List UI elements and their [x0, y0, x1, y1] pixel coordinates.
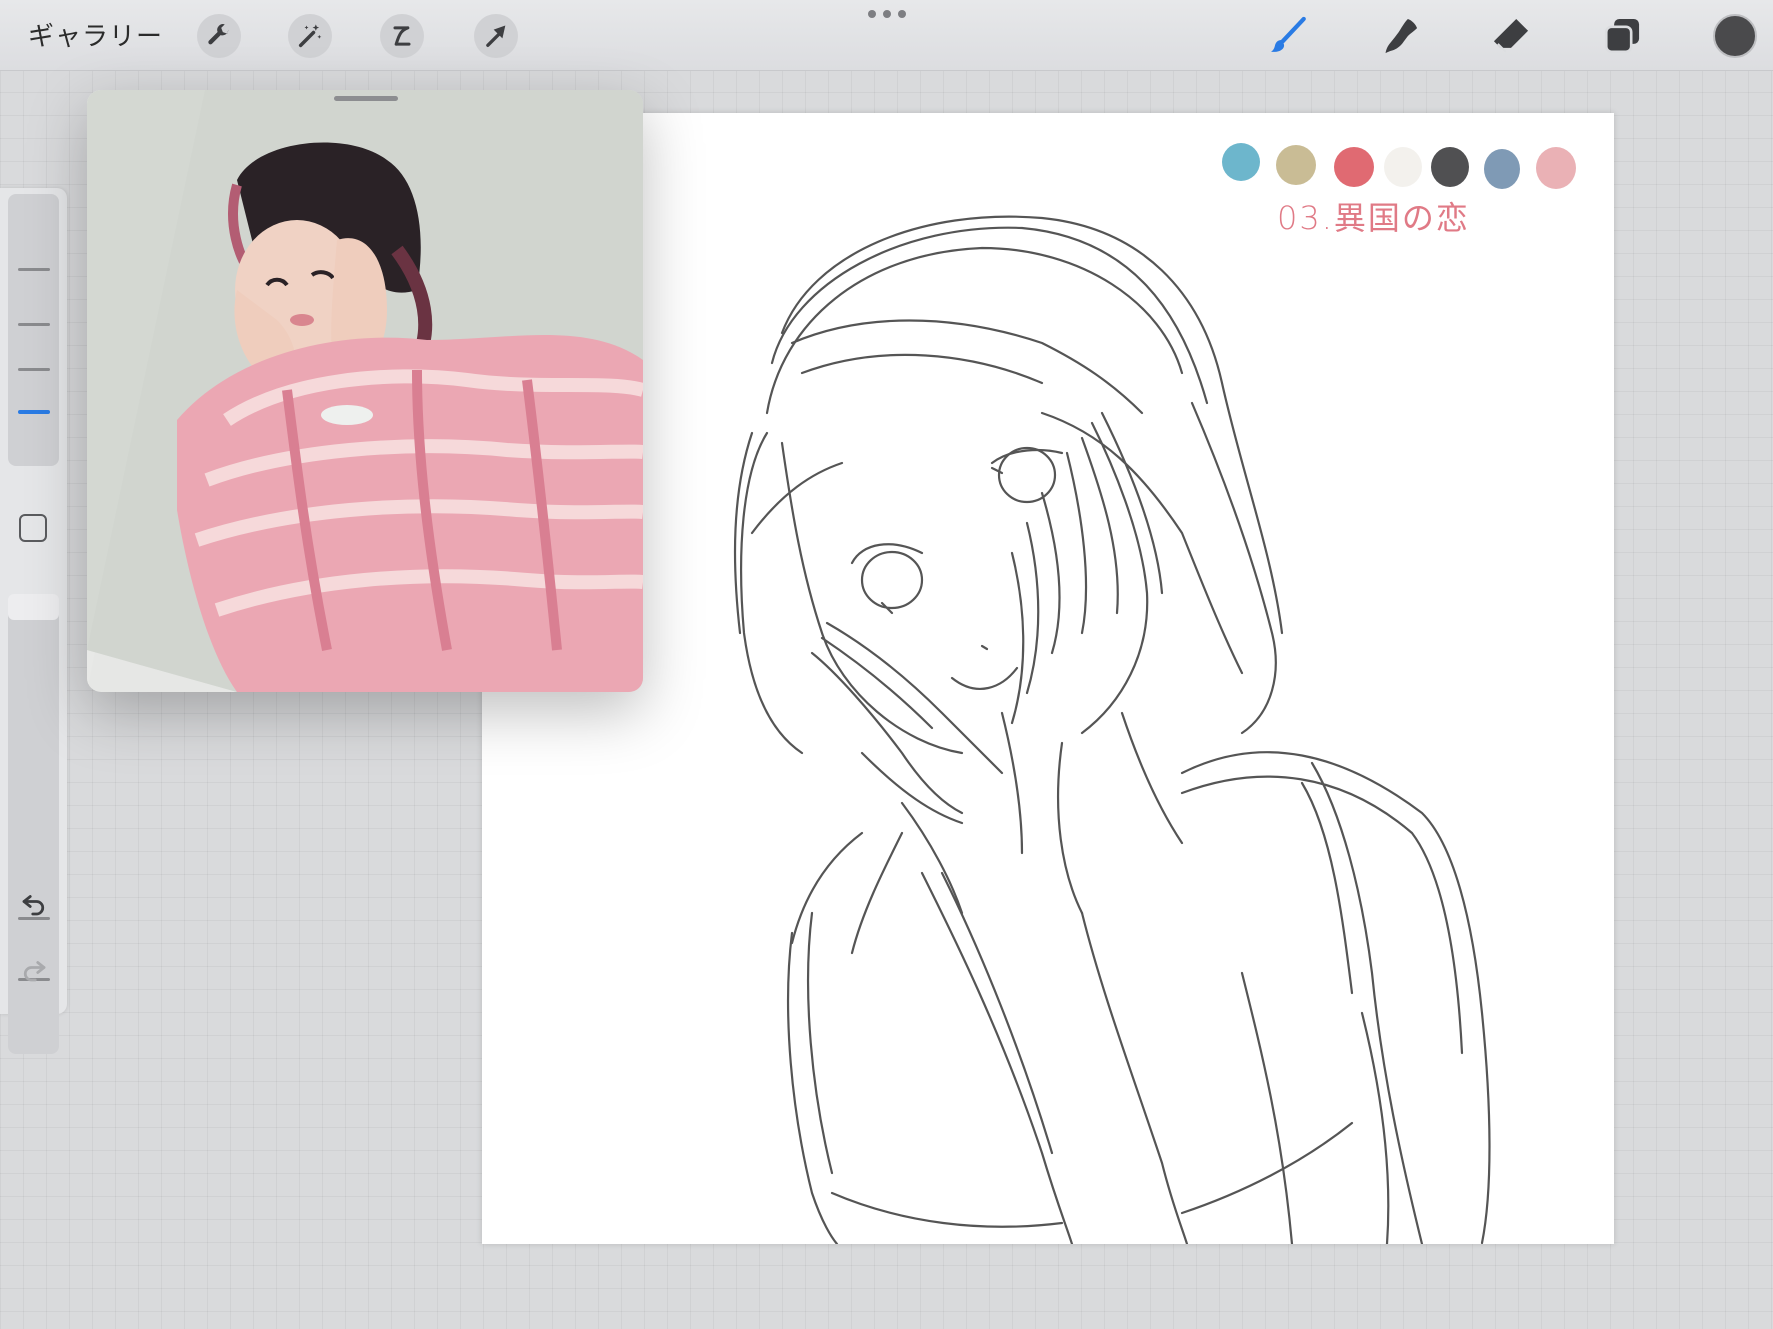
reference-drag-handle[interactable] — [334, 96, 398, 101]
redo-icon[interactable] — [18, 954, 50, 986]
smudge-icon[interactable] — [1376, 12, 1424, 60]
transform-arrow-icon[interactable] — [474, 14, 518, 58]
swatch-red — [1334, 147, 1374, 187]
color-picker-button[interactable] — [1713, 14, 1757, 58]
swatch-dark-gray — [1431, 147, 1469, 187]
toolbar-grip[interactable] — [868, 10, 906, 20]
reference-photo — [87, 90, 643, 692]
swatch-blue — [1222, 143, 1260, 181]
adjustments-magic-wand-icon[interactable] — [288, 14, 332, 58]
opacity-thumb[interactable] — [8, 594, 59, 620]
swatch-pink — [1536, 147, 1576, 189]
swatch-offwhite — [1384, 147, 1422, 187]
brush-size-slider[interactable] — [8, 194, 59, 466]
gallery-button[interactable]: ギャラリー — [28, 16, 163, 53]
brush-icon[interactable] — [1264, 12, 1312, 60]
top-toolbar: ギャラリー — [0, 0, 1773, 71]
eraser-icon[interactable] — [1487, 12, 1535, 60]
actions-wrench-icon[interactable] — [197, 14, 241, 58]
undo-icon[interactable] — [18, 888, 50, 920]
size-tick — [18, 368, 50, 371]
swatch-beige — [1276, 145, 1316, 185]
swatch-steel-blue — [1484, 149, 1520, 189]
line-sketch — [733, 215, 1491, 1244]
reference-window[interactable] — [87, 90, 643, 692]
drawing-canvas[interactable]: 03.異国の恋 — [482, 113, 1614, 1244]
size-tick — [18, 268, 50, 271]
selection-icon[interactable] — [380, 14, 424, 58]
color-swatch-row — [1222, 129, 1592, 189]
size-tick — [18, 323, 50, 326]
handwritten-title: 03.異国の恋 — [1277, 199, 1470, 237]
size-tick-active — [18, 410, 50, 414]
layers-icon[interactable] — [1598, 12, 1646, 60]
left-sidebar — [0, 188, 67, 1054]
modify-square-icon[interactable] — [19, 514, 47, 542]
